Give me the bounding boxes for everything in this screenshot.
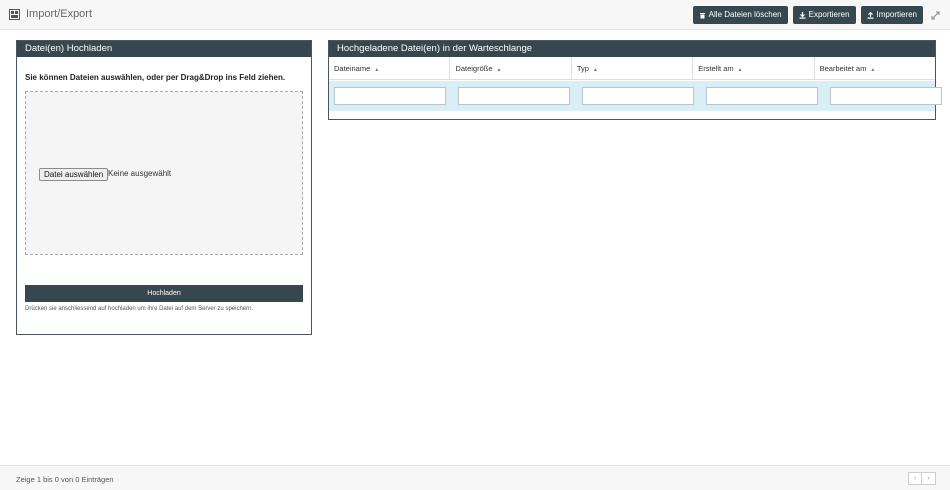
upload-button[interactable]: Hochladen [25,285,303,302]
filter-filename-input[interactable] [334,87,446,105]
sort-icon: ▲ [374,67,380,73]
top-bar: Import/Export Alle Dateien löschen Expor… [0,0,950,30]
filter-modified-input[interactable] [830,87,942,105]
upload-panel-title: Datei(en) Hochladen [17,41,311,57]
upload-icon [867,11,874,19]
column-type[interactable]: Typ ▲ [572,57,694,79]
export-button[interactable]: Exportieren [792,6,856,24]
sort-icon: ▲ [496,67,502,73]
table-header: Dateiname ▲ Dateigröße ▲ Typ ▲ Erstellt am ▲… [329,57,935,80]
next-page-button[interactable]: › [922,472,936,485]
sort-icon: ▲ [737,67,743,73]
queue-panel-title: Hochgeladene Datei(en) in der Warteschla… [329,41,935,57]
filter-created-input[interactable] [706,87,818,105]
import-export-icon [9,8,20,20]
title-wrap: Import/Export [9,8,92,20]
table-info: Zeige 1 bis 0 von 0 Einträgen [16,475,114,484]
filter-row [329,81,942,111]
drop-zone[interactable]: Datei auswählen Keine ausgewählt [25,91,303,255]
import-button[interactable]: Importieren [860,6,923,24]
upload-panel: Datei(en) Hochladen Sie können Dateien a… [16,40,312,335]
column-created[interactable]: Erstellt am ▲ [693,57,815,79]
column-modified[interactable]: Bearbeitet am ▲ [815,57,935,79]
column-label: Typ [576,64,589,73]
column-filesize[interactable]: Dateigröße ▲ [450,57,572,79]
file-status: Keine ausgewählt [108,169,172,178]
footer: Zeige 1 bis 0 von 0 Einträgen ‹ › [0,465,950,490]
pagination: ‹ › [908,472,936,485]
delete-all-button[interactable]: Alle Dateien löschen [692,6,788,24]
sort-icon: ▲ [870,67,876,73]
column-filename[interactable]: Dateiname ▲ [329,57,451,79]
sort-icon: ▲ [592,67,598,73]
header-actions: Alle Dateien löschen Exportieren Importi… [688,6,940,24]
choose-file-button[interactable]: Datei auswählen [39,168,109,181]
expand-icon[interactable] [931,11,940,20]
prev-page-button[interactable]: ‹ [908,472,922,485]
column-label: Bearbeitet am [819,64,867,73]
page-title: Import/Export [26,8,93,20]
queue-panel: Hochgeladene Datei(en) in der Warteschla… [328,40,942,120]
column-label: Erstellt am [698,64,734,73]
upload-instructions: Sie können Dateien auswählen, oder per D… [25,73,286,82]
column-label: Dateiname [334,64,371,73]
download-icon [799,11,806,19]
delete-all-label: Alle Dateien löschen [708,10,782,19]
trash-icon [699,12,705,18]
column-label: Dateigröße [455,64,493,73]
filter-filesize-input[interactable] [458,87,570,105]
import-label: Importieren [876,10,917,19]
filter-type-input[interactable] [582,87,694,105]
upload-hint: Drücken sie anschliessend auf hochladen … [25,306,254,312]
export-label: Exportieren [808,10,850,19]
